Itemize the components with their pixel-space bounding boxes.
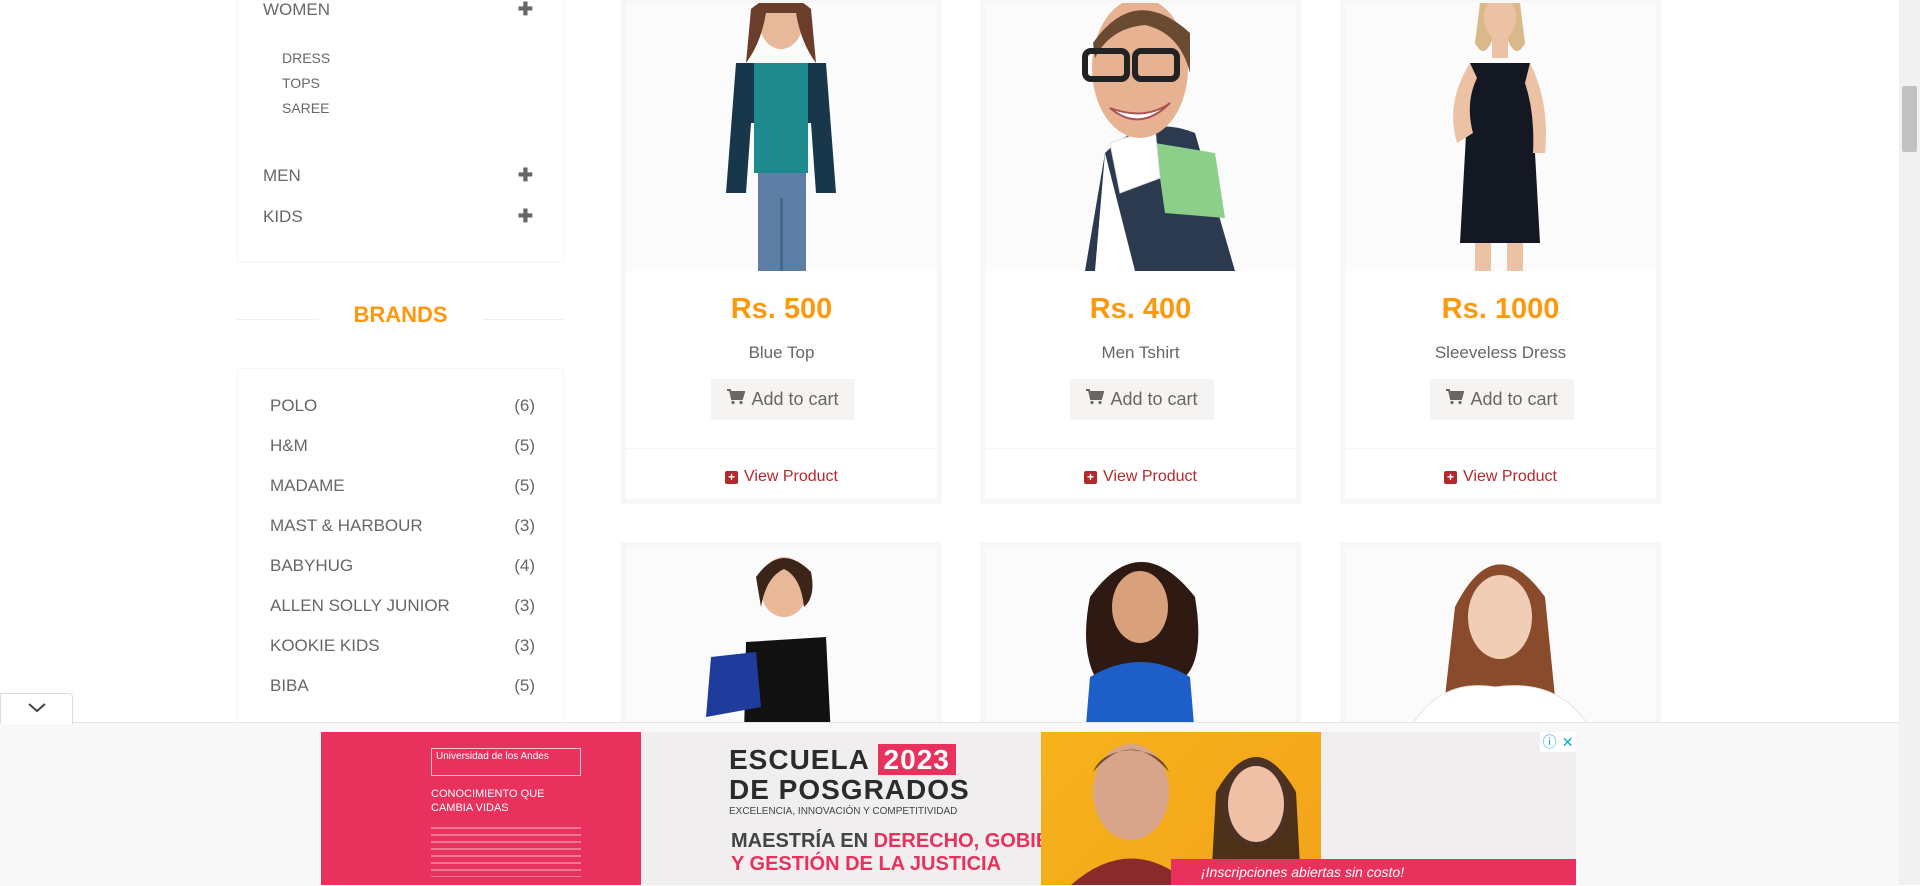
product-name: Men Tshirt xyxy=(1101,343,1180,362)
brand-count: (3) xyxy=(514,596,535,615)
category-women[interactable]: WOMEN ✚ xyxy=(263,0,533,20)
ad-controls: ⓘ ✕ xyxy=(1540,732,1576,752)
product-image xyxy=(1345,3,1656,271)
category-label: WOMEN xyxy=(263,0,331,19)
plus-square-icon: + xyxy=(1084,470,1097,484)
add-to-cart-button[interactable]: Add to cart xyxy=(1070,379,1214,420)
view-product-link[interactable]: + View Product xyxy=(626,448,937,505)
brand-count: (5) xyxy=(514,436,535,455)
product-card: Rs. 400 Men Tshirt Add to cart + View Pr… xyxy=(980,0,1301,504)
brand-name: ALLEN SOLLY JUNIOR xyxy=(270,596,450,615)
product-image xyxy=(985,547,1296,737)
category-men[interactable]: MEN ✚ xyxy=(263,165,533,186)
brands-panel: POLO (6) H&M (5) MADAME (5) MAST & HARBOUR (… xyxy=(237,368,564,728)
brand-name: MAST & HARBOUR xyxy=(270,516,423,535)
add-to-cart-label: Add to cart xyxy=(1110,389,1198,409)
brand-count: (3) xyxy=(514,636,535,655)
subcategory-saree[interactable]: SAREE xyxy=(282,100,329,116)
shopping-cart-icon xyxy=(1446,389,1465,410)
product-image xyxy=(626,3,937,271)
ad-tagline: EXCELENCIA, INNOVACIÓN Y COMPETITIVIDAD xyxy=(729,806,958,817)
brand-item-madame[interactable]: MADAME (5) xyxy=(270,476,535,496)
ad-left-panel: Universidad de los Andes CONOCIMIENTO QU… xyxy=(321,732,641,885)
category-label: MEN xyxy=(263,166,301,185)
brand-count: (5) xyxy=(514,476,535,495)
ad-slogan: CONOCIMIENTO QUE CAMBIA VIDAS xyxy=(431,788,545,814)
category-label: KIDS xyxy=(263,207,303,226)
brand-item-babyhug[interactable]: BABYHUG (4) xyxy=(270,556,535,576)
brands-heading-text: BRANDS xyxy=(353,302,448,327)
scrollbar-thumb[interactable] xyxy=(1902,86,1917,152)
brand-name: POLO xyxy=(270,396,318,415)
university-logo: Universidad de los Andes xyxy=(431,748,581,776)
subcategory-dress[interactable]: DRESS xyxy=(282,50,330,66)
subcategory-tops[interactable]: TOPS xyxy=(282,75,320,91)
ad-cta: ¡Inscripciones abiertas sin costo! xyxy=(1171,859,1576,885)
ad-collapse-button[interactable] xyxy=(0,693,73,724)
add-to-cart-button[interactable]: Add to cart xyxy=(1430,379,1574,420)
product-card xyxy=(621,542,942,742)
brand-item-hm[interactable]: H&M (5) xyxy=(270,436,535,456)
brands-heading: BRANDS xyxy=(237,302,564,328)
ad-program-line1: MAESTRÍA EN DERECHO, GOBIERNO xyxy=(731,830,1094,853)
brand-count: (6) xyxy=(514,396,535,415)
product-price: Rs. 500 xyxy=(730,293,833,325)
ad-program-prefix: MAESTRÍA EN xyxy=(731,830,874,852)
add-to-cart-label: Add to cart xyxy=(1470,389,1558,409)
chevron-down-icon xyxy=(27,700,46,718)
plus-icon[interactable]: ✚ xyxy=(518,206,533,227)
plus-icon[interactable]: ✚ xyxy=(518,0,533,20)
product-name: Blue Top xyxy=(748,343,815,362)
view-product-label: View Product xyxy=(744,468,838,485)
ad-banner[interactable]: Universidad de los Andes CONOCIMIENTO QU… xyxy=(321,732,1576,885)
product-card xyxy=(980,542,1301,742)
product-card: Rs. 1000 Sleeveless Dress Add to cart + … xyxy=(1340,0,1661,504)
brand-name: KOOKIE KIDS xyxy=(270,636,380,655)
brand-item-mast-harbour[interactable]: MAST & HARBOUR (3) xyxy=(270,516,535,536)
brand-count: (3) xyxy=(514,516,535,535)
product-image xyxy=(1345,547,1656,737)
close-icon[interactable]: ✕ xyxy=(1562,734,1574,751)
product-card: Rs. 500 Blue Top Add to cart + View Prod… xyxy=(621,0,942,504)
plus-square-icon: + xyxy=(725,470,738,484)
category-kids[interactable]: KIDS ✚ xyxy=(263,206,533,227)
ad-heading-line2: DE POSGRADOS xyxy=(729,774,970,805)
brand-count: (4) xyxy=(514,556,535,575)
product-card xyxy=(1340,542,1661,742)
view-product-label: View Product xyxy=(1463,468,1557,485)
product-price: Rs. 400 xyxy=(1089,293,1192,325)
brand-name: MADAME xyxy=(270,476,345,495)
product-price: Rs. 1000 xyxy=(1441,293,1560,325)
add-to-cart-button[interactable]: Add to cart xyxy=(711,379,855,420)
ad-fine-print xyxy=(431,827,581,877)
category-panel: WOMEN ✚ DRESS TOPS SAREE MEN ✚ KIDS ✚ xyxy=(237,0,564,262)
add-to-cart-label: Add to cart xyxy=(751,389,839,409)
view-product-link[interactable]: + View Product xyxy=(985,448,1296,505)
ad-program-line2: Y GESTIÓN DE LA JUSTICIA xyxy=(731,853,1002,875)
product-image xyxy=(985,3,1296,271)
shopping-cart-icon xyxy=(727,389,746,410)
product-image xyxy=(626,547,937,737)
brand-name: BABYHUG xyxy=(270,556,354,575)
plus-icon[interactable]: ✚ xyxy=(518,165,533,186)
ad-heading: ESCUELA 2023 xyxy=(729,744,956,776)
shopping-cart-icon xyxy=(1086,389,1105,410)
view-product-link[interactable]: + View Product xyxy=(1345,448,1656,505)
ad-heading-line1: ESCUELA xyxy=(729,744,869,775)
brand-count: (5) xyxy=(514,676,535,695)
info-icon[interactable]: ⓘ xyxy=(1543,732,1557,752)
brand-name: BIBA xyxy=(270,676,309,695)
product-name: Sleeveless Dress xyxy=(1434,343,1567,362)
ad-year-badge: 2023 xyxy=(877,744,956,775)
brand-item-polo[interactable]: POLO (6) xyxy=(270,396,535,416)
brand-item-kookie-kids[interactable]: KOOKIE KIDS (3) xyxy=(270,636,535,656)
plus-square-icon: + xyxy=(1444,470,1457,484)
brand-item-biba[interactable]: BIBA (5) xyxy=(270,676,535,696)
brand-item-allen-solly-junior[interactable]: ALLEN SOLLY JUNIOR (3) xyxy=(270,596,535,616)
brand-name: H&M xyxy=(270,436,308,455)
view-product-label: View Product xyxy=(1103,468,1197,485)
